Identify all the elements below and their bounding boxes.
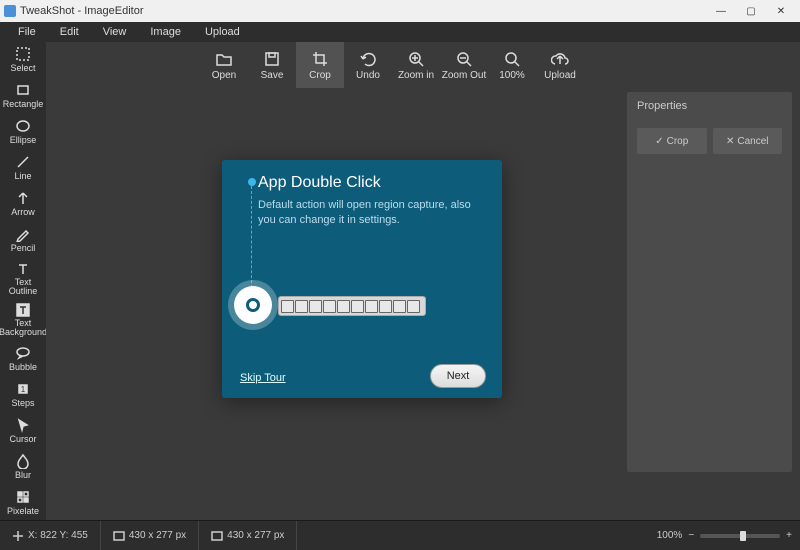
zoom-out-button[interactable]: Zoom Out — [440, 42, 488, 88]
tool-select[interactable]: Select — [0, 42, 46, 78]
pencil-icon — [15, 226, 31, 242]
tool-steps[interactable]: 1Steps — [0, 376, 46, 412]
rectangle-icon — [15, 82, 31, 98]
zoom-100-button[interactable]: 100% — [488, 42, 536, 88]
tool-cursor[interactable]: Cursor — [0, 412, 46, 448]
zoom-minus[interactable]: − — [688, 530, 694, 541]
zoom-in-button[interactable]: Zoom in — [392, 42, 440, 88]
crop-button[interactable]: Crop — [296, 42, 344, 88]
open-icon — [215, 50, 233, 68]
app-icon — [4, 5, 16, 17]
zoom-slider[interactable] — [700, 534, 780, 538]
maximize-button[interactable]: ▢ — [736, 1, 766, 21]
line-icon — [15, 154, 31, 170]
tour-body: Default action will open region capture,… — [258, 198, 484, 229]
tour-pulse-icon — [234, 286, 272, 324]
pixelate-icon — [15, 489, 31, 505]
tool-arrow[interactable]: Arrow — [0, 186, 46, 222]
zoom-plus[interactable]: + — [786, 530, 792, 541]
properties-cancel-button[interactable]: ✕ Cancel — [713, 128, 783, 154]
properties-crop-button[interactable]: ✓ Crop — [637, 128, 707, 154]
tool-ellipse[interactable]: Ellipse — [0, 114, 46, 150]
steps-icon: 1 — [15, 381, 31, 397]
tool-line[interactable]: Line — [0, 150, 46, 186]
zoom-100-icon — [503, 50, 521, 68]
undo-icon — [359, 50, 377, 68]
bubble-icon — [15, 345, 31, 361]
svg-text:1: 1 — [21, 385, 26, 394]
next-button[interactable]: Next — [430, 364, 486, 388]
tool-text-background[interactable]: Text Background — [0, 299, 46, 340]
blur-icon — [15, 453, 31, 469]
status-coords: X: 822 Y: 455 — [0, 521, 101, 550]
zoom-out-icon — [455, 50, 473, 68]
crosshair-icon — [12, 530, 24, 542]
properties-title: Properties — [627, 92, 792, 120]
select-icon — [15, 46, 31, 62]
menu-upload[interactable]: Upload — [193, 26, 252, 38]
tour-dotline — [251, 186, 252, 298]
upload-button[interactable]: Upload — [536, 42, 584, 88]
statusbar: X: 822 Y: 455 430 x 277 px 430 x 277 px … — [0, 520, 800, 550]
status-dim2: 430 x 277 px — [199, 521, 297, 550]
tool-rectangle[interactable]: Rectangle — [0, 78, 46, 114]
cursor-icon — [15, 417, 31, 433]
tour-dot — [248, 178, 256, 186]
tool-bubble[interactable]: Bubble — [0, 340, 46, 376]
zoom-in-icon — [407, 50, 425, 68]
arrow-icon — [15, 190, 31, 206]
save-icon — [263, 50, 281, 68]
status-zoom: 100% − + — [649, 530, 800, 541]
skip-tour-link[interactable]: Skip Tour — [240, 372, 286, 384]
menu-image[interactable]: Image — [138, 26, 193, 38]
menu-edit[interactable]: Edit — [48, 26, 91, 38]
window-title: TweakShot - ImageEditor — [20, 5, 144, 17]
titlebar: TweakShot - ImageEditor — ▢ ✕ — [0, 0, 800, 22]
upload-icon — [551, 50, 569, 68]
text-outline-icon — [15, 261, 31, 277]
open-button[interactable]: Open — [200, 42, 248, 88]
tool-pencil[interactable]: Pencil — [0, 222, 46, 258]
sidebar: Select Rectangle Ellipse Line Arrow Penc… — [0, 42, 46, 520]
text-bg-icon — [15, 302, 31, 318]
ellipse-icon — [15, 118, 31, 134]
dimensions-icon — [113, 530, 125, 542]
tool-blur[interactable]: Blur — [0, 448, 46, 484]
minimize-button[interactable]: — — [706, 1, 736, 21]
tour-title: App Double Click — [258, 174, 484, 192]
undo-button[interactable]: Undo — [344, 42, 392, 88]
tour-mini-toolbar — [278, 296, 426, 316]
menubar: File Edit View Image Upload — [0, 22, 800, 42]
tour-popup: App Double Click Default action will ope… — [222, 160, 502, 398]
save-button[interactable]: Save — [248, 42, 296, 88]
tool-pixelate[interactable]: Pixelate — [0, 484, 46, 520]
tool-text-outline[interactable]: Text Outline — [0, 258, 46, 299]
dimensions-icon — [211, 530, 223, 542]
properties-panel: Properties ✓ Crop ✕ Cancel — [627, 92, 792, 472]
menu-file[interactable]: File — [6, 26, 48, 38]
crop-icon — [311, 50, 329, 68]
close-button[interactable]: ✕ — [766, 1, 796, 21]
toolbar: Open Save Crop Undo Zoom in Zoom Out 100… — [0, 42, 800, 88]
menu-view[interactable]: View — [91, 26, 139, 38]
status-dim1: 430 x 277 px — [101, 521, 199, 550]
